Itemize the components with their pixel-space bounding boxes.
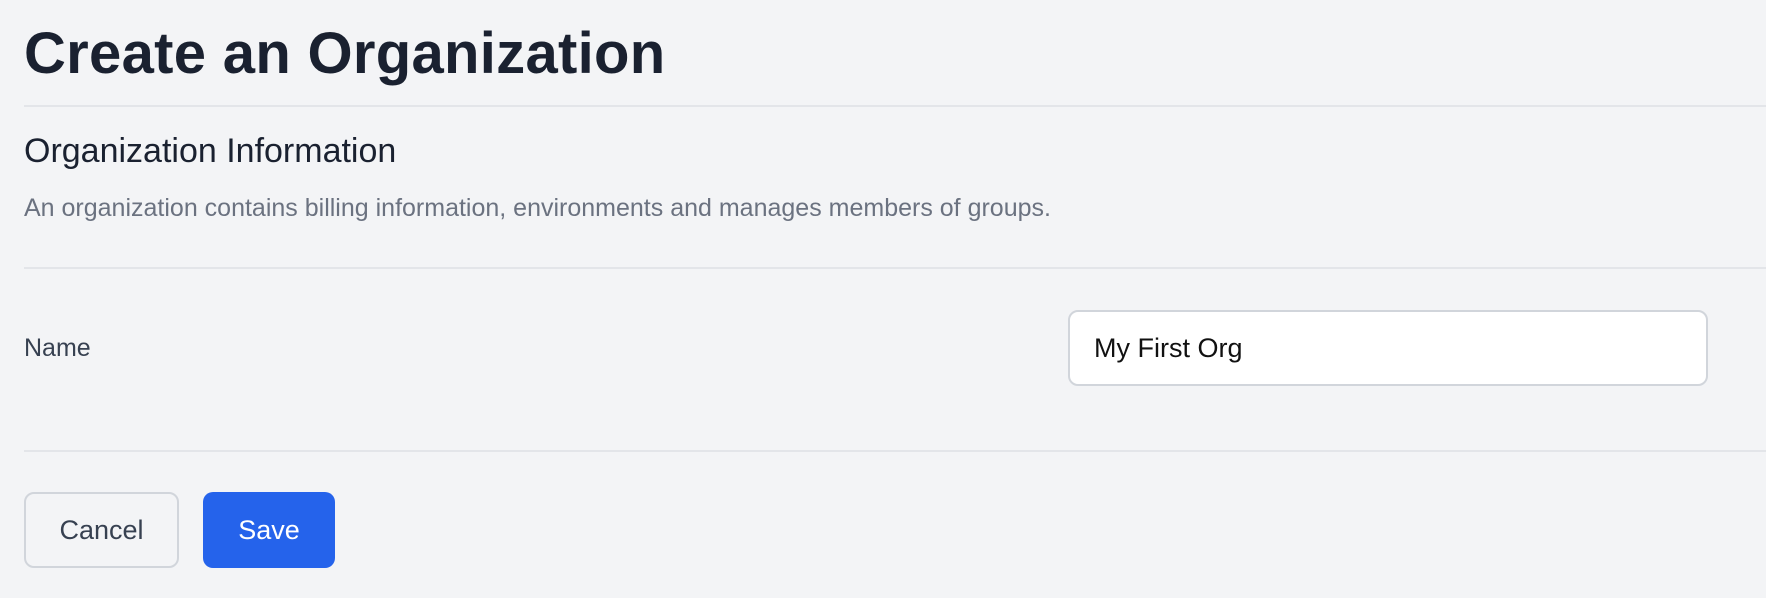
organization-name-input[interactable] [1068, 310, 1708, 386]
section-description: An organization contains billing informa… [24, 194, 1051, 222]
page-title: Create an Organization [24, 21, 666, 86]
save-button[interactable]: Save [203, 492, 335, 568]
create-organization-page: Create an Organization Organization Info… [24, 0, 1766, 598]
cancel-button[interactable]: Cancel [24, 492, 179, 568]
section-title: Organization Information [24, 132, 397, 170]
name-label: Name [24, 334, 91, 362]
form-divider [24, 450, 1766, 452]
section-divider [24, 267, 1766, 269]
title-divider [24, 105, 1766, 107]
